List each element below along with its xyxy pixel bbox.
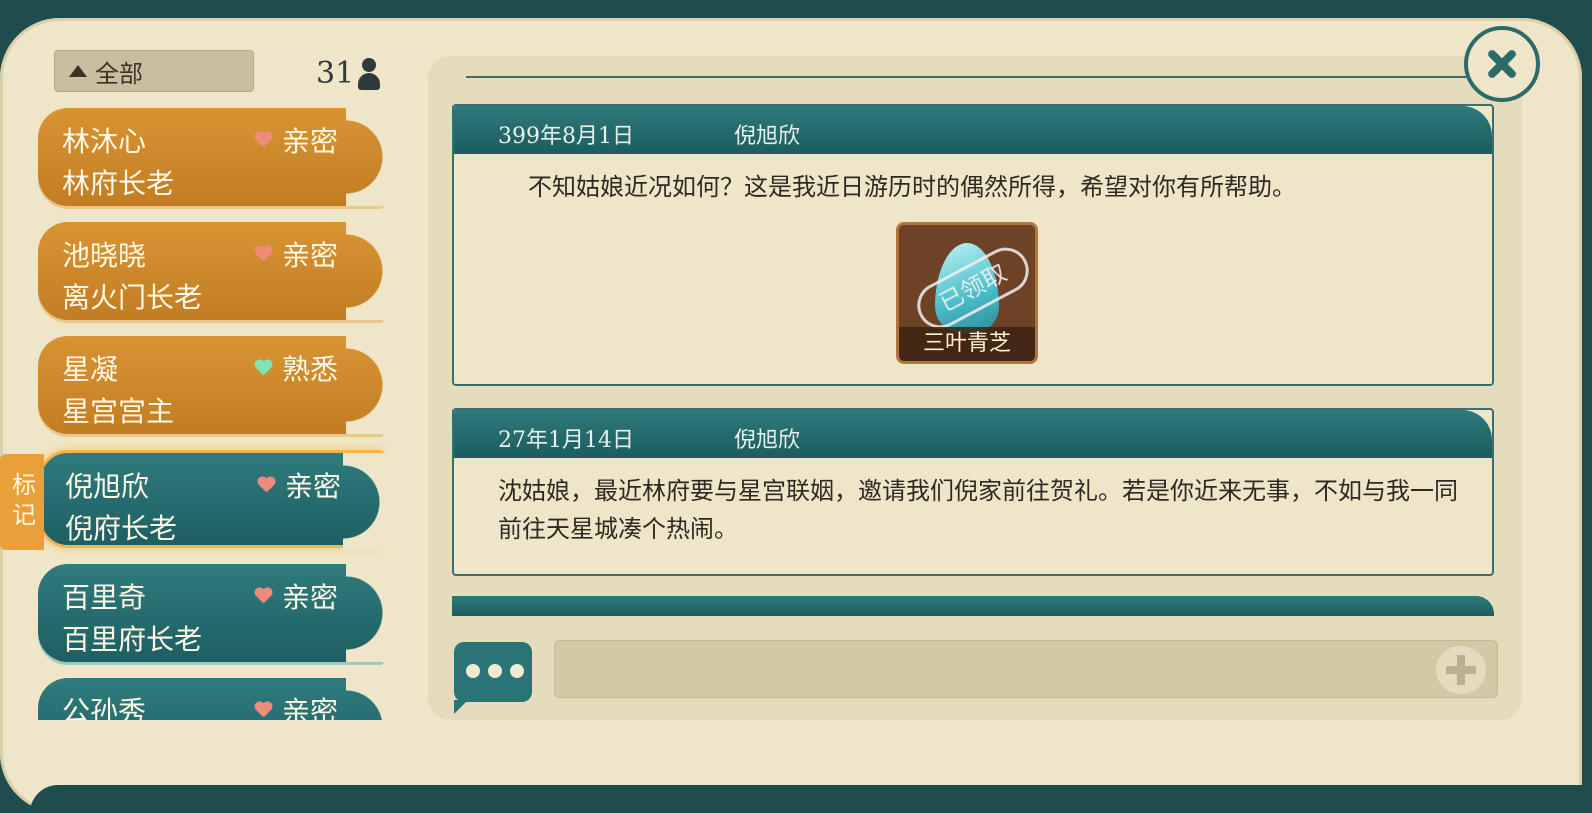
frame-edge: [30, 785, 1592, 813]
heart-icon: [254, 702, 272, 718]
heart-icon: [254, 132, 272, 148]
relation-label: 亲密: [282, 695, 339, 720]
contact-name: 池晓晓: [62, 239, 147, 272]
contact-title: 离火门长老: [62, 281, 203, 314]
relation-label: 亲密: [282, 581, 339, 614]
chat-bubble-icon: [466, 664, 524, 678]
contact-name: 倪旭欣: [65, 470, 150, 503]
message-sender: 倪旭欣: [734, 428, 801, 453]
message-header: 399年8月1日 倪旭欣: [454, 106, 1492, 154]
chat-button[interactable]: [454, 642, 532, 714]
heart-icon: [254, 588, 272, 604]
heart-icon: [254, 360, 272, 376]
relation-label: 亲密: [282, 125, 339, 158]
contact-relation: 熟悉: [254, 348, 338, 388]
contact-list[interactable]: 林沐心 亲密 林府长老 池晓晓 亲密 离火门长老 星凝 熟悉 星宫宫主 倪旭欣 …: [0, 108, 410, 720]
contact-card[interactable]: 池晓晓 亲密 离火门长老: [38, 222, 406, 320]
filter-label: 全部: [95, 59, 143, 88]
contact-card[interactable]: 百里奇 亲密 百里府长老: [38, 564, 406, 662]
contact-relation: 亲密: [254, 120, 338, 160]
message-text: 不知姑娘近况如何？这是我近日游历时的偶然所得，希望对你有所帮助。: [528, 173, 1296, 201]
close-button[interactable]: [1464, 26, 1540, 102]
message-card-partial: [452, 596, 1494, 616]
message-header: 27年1月14日 倪旭欣: [454, 410, 1492, 458]
person-icon: [358, 57, 381, 90]
contact-name: 林沐心: [62, 125, 147, 158]
message-date: 27年1月14日: [498, 428, 634, 453]
heart-icon: [257, 477, 275, 493]
contact-count: 31: [316, 56, 381, 91]
message-card: 27年1月14日 倪旭欣 沈姑娘，最近林府要与星宫联姻，邀请我们倪家前往贺礼。若…: [452, 408, 1494, 576]
contact-relation: 亲密: [254, 576, 338, 616]
relation-label: 亲密: [285, 470, 342, 503]
plus-button[interactable]: [1436, 646, 1486, 694]
message-input[interactable]: [554, 640, 1498, 698]
filter-dropdown[interactable]: 全部: [54, 50, 254, 92]
contact-count-value: 31: [316, 56, 355, 91]
contact-title: 倪府长老: [65, 512, 178, 545]
message-date: 399年8月1日: [498, 124, 634, 149]
contact-name: 公孙秀: [62, 695, 147, 720]
contact-relation: 亲密: [257, 465, 341, 505]
contact-title: 百里府长老: [62, 623, 203, 656]
contact-card[interactable]: 林沐心 亲密 林府长老: [38, 108, 406, 206]
relation-label: 亲密: [282, 239, 339, 272]
triangle-up-icon: [69, 65, 87, 77]
mark-tab[interactable]: 标记: [0, 454, 44, 550]
contact-card-selected[interactable]: 倪旭欣 亲密 倪府长老: [38, 450, 403, 551]
contact-name: 百里奇: [62, 581, 147, 614]
message-sender: 倪旭欣: [734, 124, 801, 149]
contact-card[interactable]: 公孙秀 亲密: [38, 678, 406, 720]
relation-label: 熟悉: [282, 353, 339, 386]
contact-relation: 亲密: [254, 690, 338, 720]
contact-title: 星宫宫主: [62, 395, 175, 428]
message-text: 沈姑娘，最近林府要与星宫联姻，邀请我们倪家前往贺礼。若是你近来无事，不如与我一同…: [498, 477, 1458, 543]
divider: [466, 76, 1492, 78]
contact-card[interactable]: 星凝 熟悉 星宫宫主: [38, 336, 406, 434]
heart-icon: [254, 246, 272, 262]
reward-item[interactable]: 已领取 三叶青芝: [896, 222, 1038, 364]
contact-title: 林府长老: [62, 167, 175, 200]
contact-name: 星凝: [62, 353, 119, 386]
contact-relation: 亲密: [254, 234, 338, 274]
reward-name: 三叶青芝: [899, 327, 1035, 361]
